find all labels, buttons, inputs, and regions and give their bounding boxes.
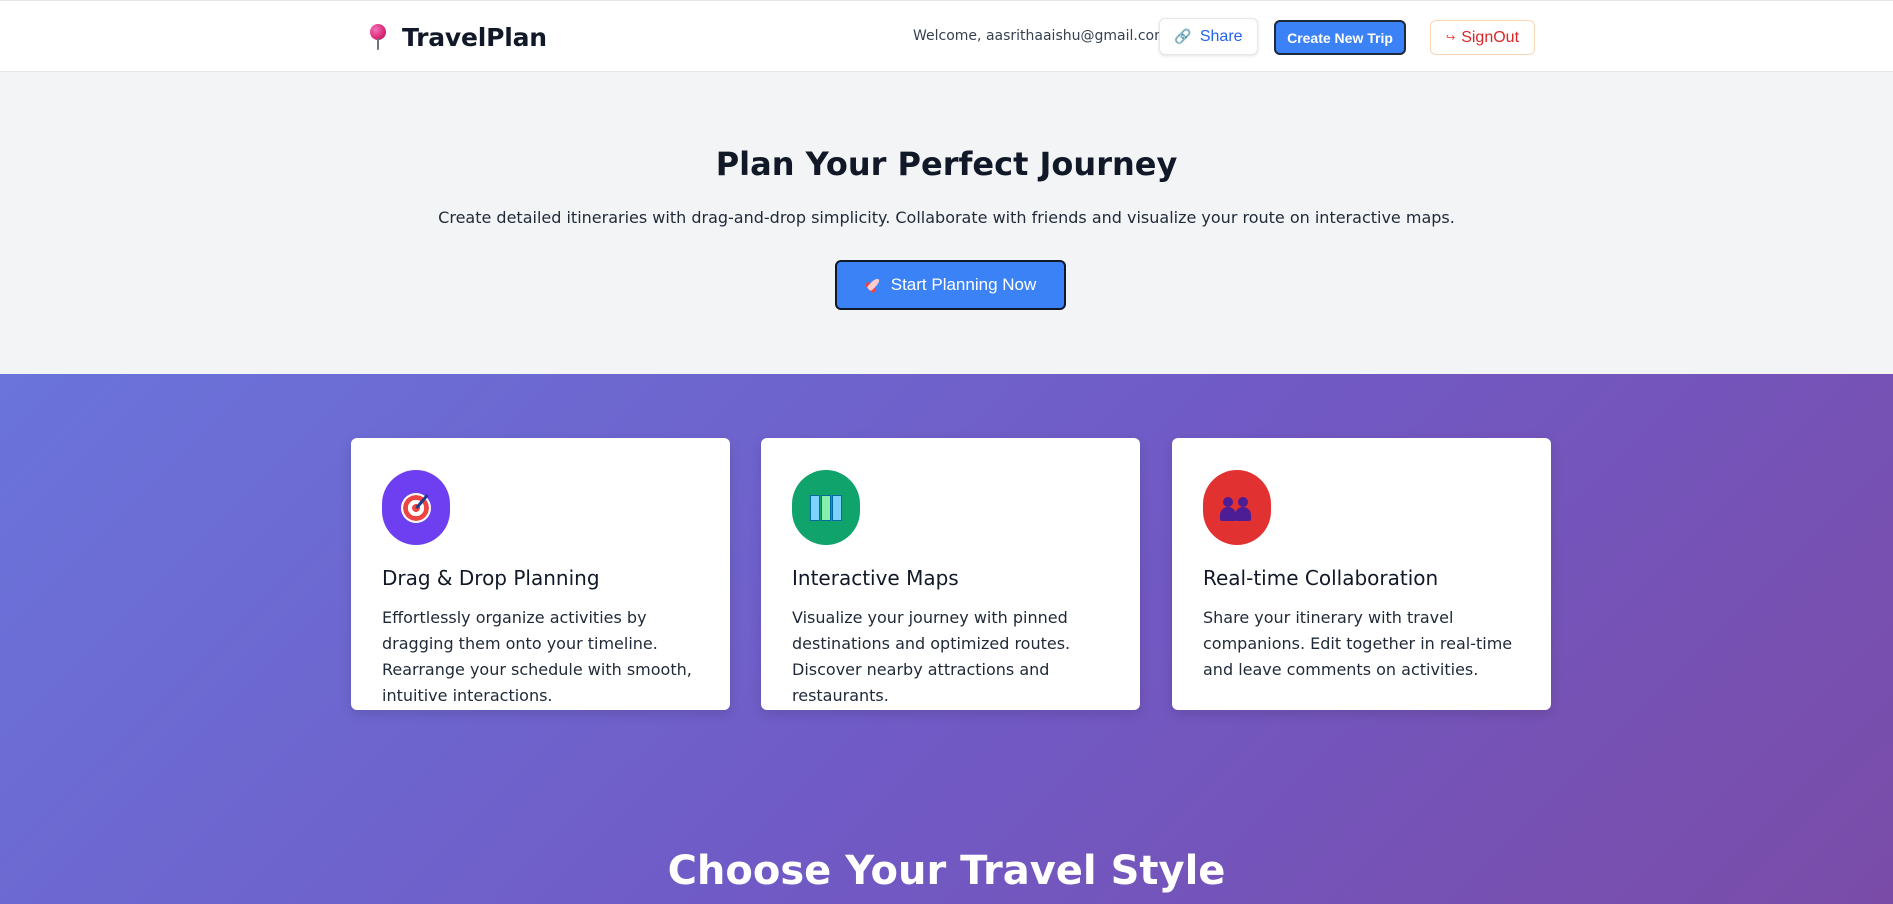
start-planning-button[interactable]: Start Planning Now xyxy=(835,260,1066,310)
features-section: Drag & Drop Planning Effortlessly organi… xyxy=(0,374,1893,904)
brand-name[interactable]: TravelPlan xyxy=(402,23,547,52)
sign-out-label: SignOut xyxy=(1461,28,1520,46)
target-icon xyxy=(382,470,450,545)
feature-description: Effortlessly organize activities by drag… xyxy=(382,608,692,705)
feature-title: Drag & Drop Planning xyxy=(382,566,600,590)
rocket-icon xyxy=(861,274,884,297)
map-icon xyxy=(792,470,860,545)
top-navbar: TravelPlan Welcome, aasrithaaishu@gmail.… xyxy=(0,0,1893,72)
map-pin-icon xyxy=(368,23,388,52)
feature-card-maps: Interactive Maps Visualize your journey … xyxy=(761,438,1140,710)
share-button[interactable]: 🔗 Share xyxy=(1159,18,1258,55)
start-planning-label: Start Planning Now xyxy=(890,275,1037,294)
brand[interactable]: TravelPlan xyxy=(368,23,547,52)
travel-style-title: Choose Your Travel Style xyxy=(667,848,1226,894)
feature-card-collaboration: Real-time Collaboration Share your itine… xyxy=(1172,438,1551,710)
feature-card-drag-drop: Drag & Drop Planning Effortlessly organi… xyxy=(351,438,730,710)
welcome-text: Welcome, aasrithaaishu@gmail.com xyxy=(913,28,1168,44)
people-icon xyxy=(1203,470,1271,545)
feature-description: Visualize your journey with pinned desti… xyxy=(792,608,1071,705)
hero-section: Plan Your Perfect Journey Create detaile… xyxy=(0,72,1893,374)
sign-out-icon: ↪ xyxy=(1445,32,1456,44)
sign-out-button[interactable]: ↪ SignOut xyxy=(1430,20,1535,55)
create-new-trip-label: Create New Trip xyxy=(1287,29,1393,46)
feature-description: Share your itinerary with travel compani… xyxy=(1203,608,1513,679)
hero-subtitle: Create detailed itineraries with drag-an… xyxy=(438,208,1455,227)
feature-title: Real-time Collaboration xyxy=(1203,566,1439,590)
create-new-trip-button[interactable]: Create New Trip xyxy=(1274,20,1406,55)
hero-title: Plan Your Perfect Journey xyxy=(715,145,1178,183)
feature-title: Interactive Maps xyxy=(792,566,959,590)
link-icon: 🔗 xyxy=(1174,28,1192,44)
share-label: Share xyxy=(1199,27,1243,45)
